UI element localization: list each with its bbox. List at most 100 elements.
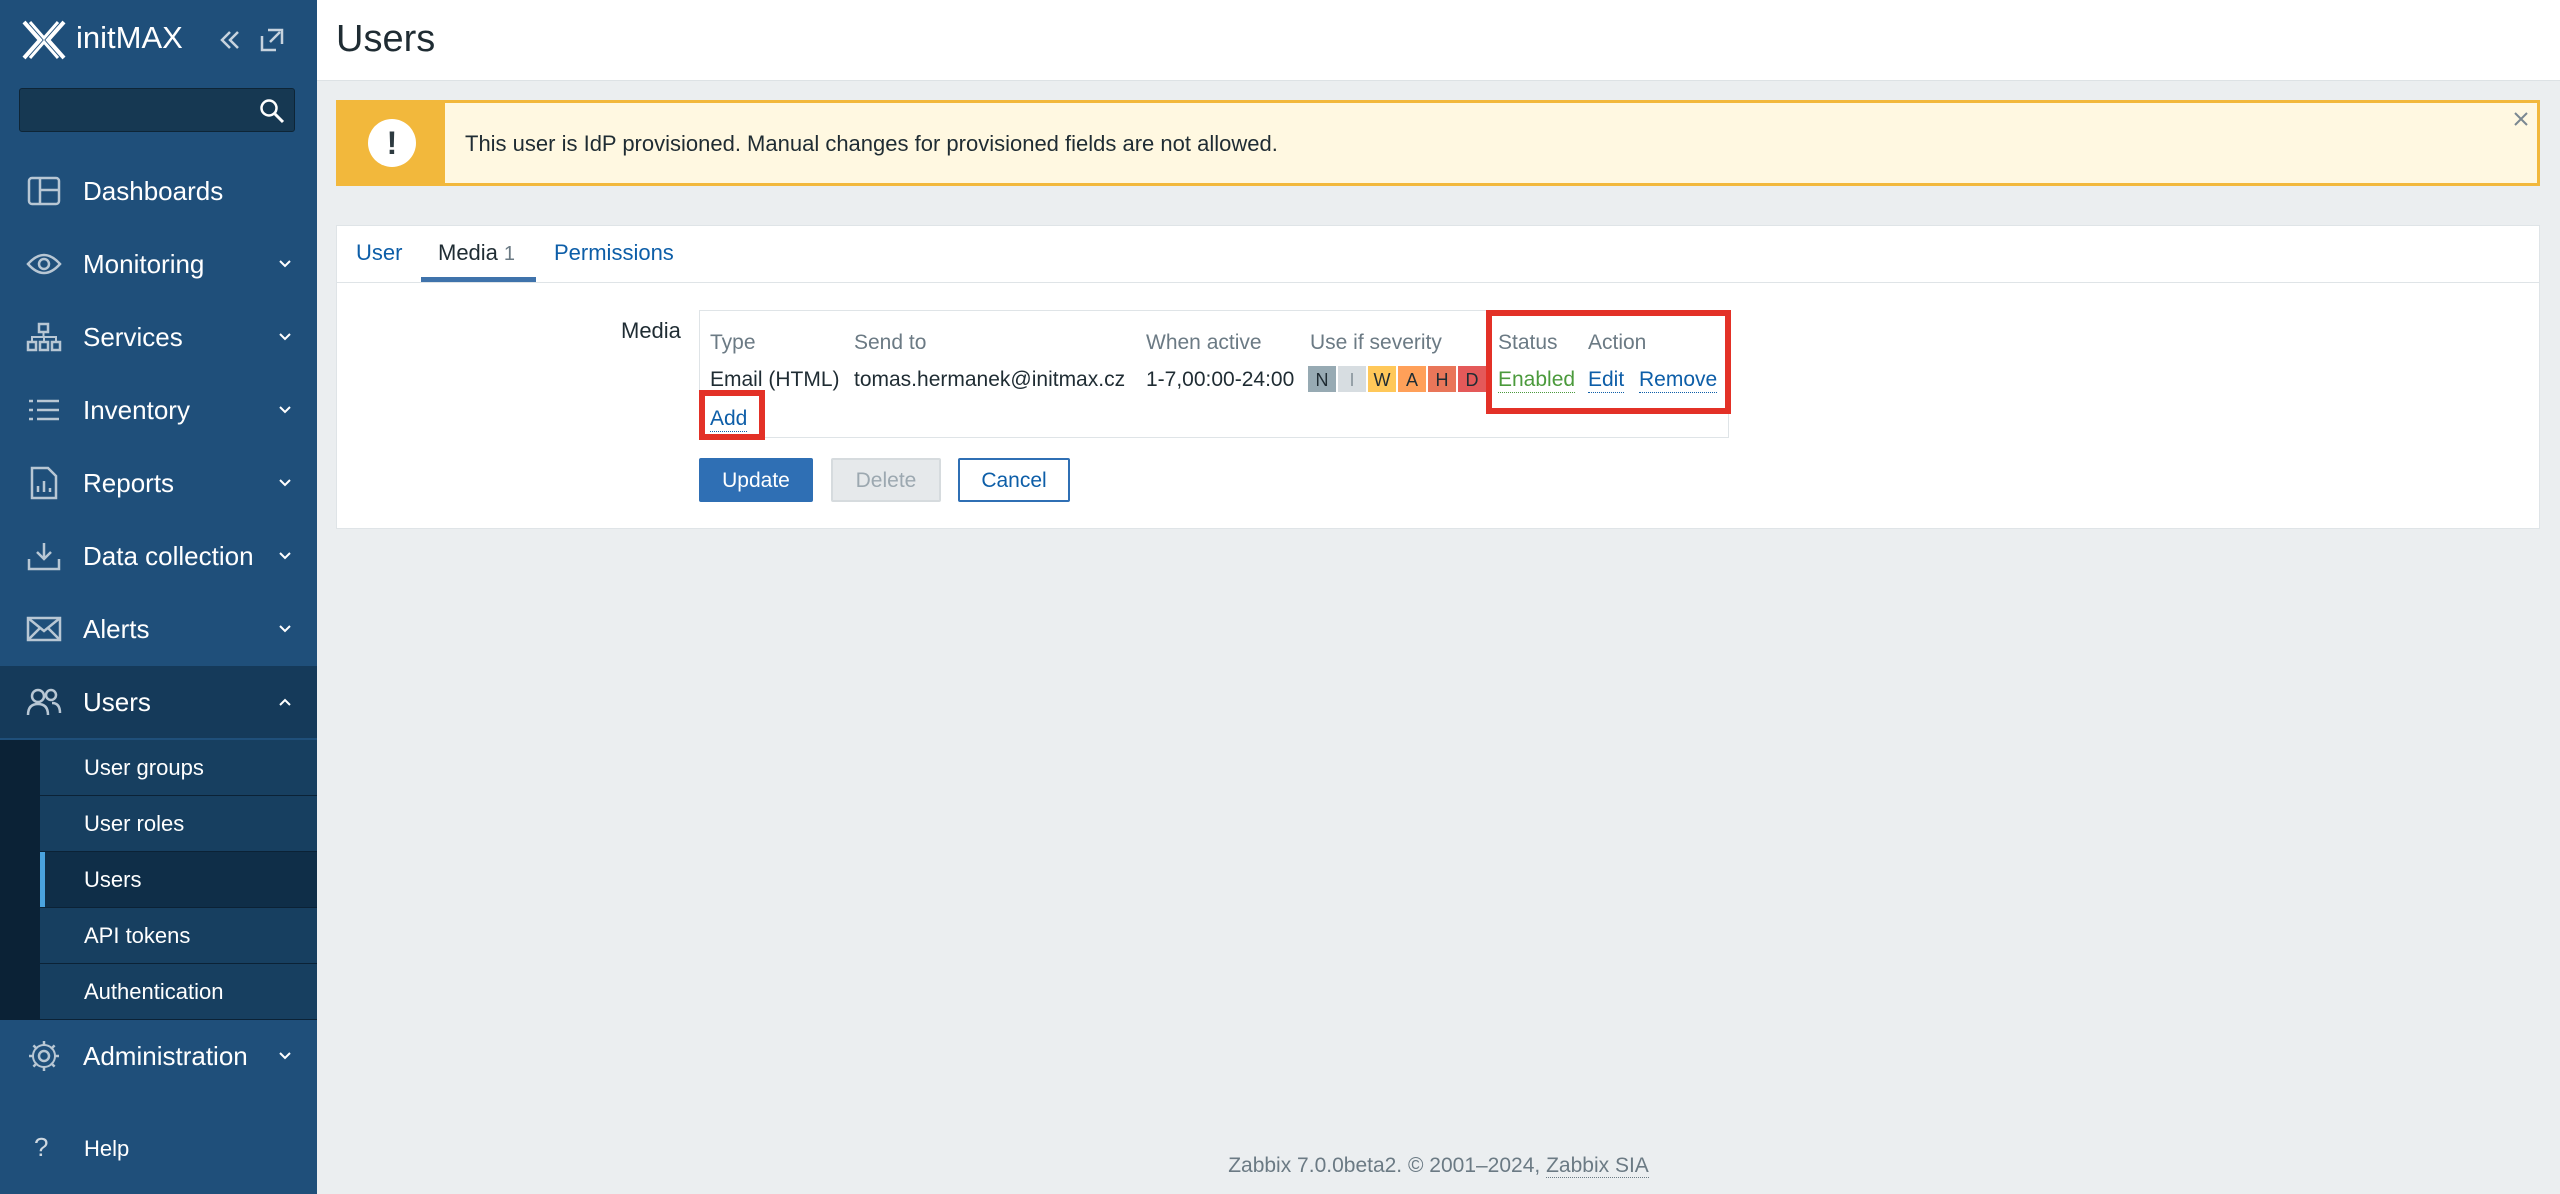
submenu-authentication[interactable]: Authentication: [40, 964, 317, 1020]
user-form: User Media 1 Permissions Media Type Send …: [336, 225, 2540, 529]
users-submenu: User groups User roles Users API tokens …: [0, 740, 317, 1020]
submenu-user-roles[interactable]: User roles: [40, 796, 317, 852]
media-status-toggle[interactable]: Enabled: [1498, 368, 1576, 393]
help-icon: ?: [34, 1132, 49, 1162]
collapse-sidebar-icon[interactable]: [216, 26, 244, 54]
chevron-down-icon: [279, 406, 291, 414]
media-table: Type Send to When active Use if severity…: [699, 310, 1729, 438]
search-icon[interactable]: [258, 97, 286, 125]
nav-alerts[interactable]: Alerts: [0, 593, 317, 665]
users-icon: [24, 682, 64, 722]
column-header-when-active: When active: [1146, 331, 1262, 354]
severity-indicator: N I W A H D: [1307, 365, 1487, 393]
page-header: Users: [317, 0, 2560, 81]
tab-count: 1: [503, 243, 516, 265]
severity-average: A: [1397, 365, 1427, 393]
severity-not-classified: N: [1307, 365, 1337, 393]
submenu-label: API tokens: [84, 922, 191, 948]
media-edit-link[interactable]: Edit: [1588, 368, 1625, 393]
help-label: Help: [84, 1136, 130, 1161]
update-button[interactable]: Update: [699, 458, 813, 502]
nav-label: Reports: [83, 467, 175, 498]
nav-label: Administration: [83, 1040, 248, 1071]
tab-media[interactable]: Media 1: [438, 240, 515, 266]
warning-text: This user is IdP provisioned. Manual cha…: [465, 131, 1278, 156]
column-header-action: Action: [1588, 331, 1647, 354]
chevron-up-icon: [279, 698, 291, 706]
severity-warning: W: [1367, 365, 1397, 393]
nav-dashboards[interactable]: Dashboards: [0, 155, 317, 227]
nav-label: Alerts: [83, 613, 150, 644]
chevron-down-icon: [279, 552, 291, 560]
submenu-strip: [0, 740, 40, 1020]
media-add-link[interactable]: Add: [710, 407, 748, 432]
tab-bar: User Media 1 Permissions: [337, 226, 2539, 283]
nav-users[interactable]: Users: [0, 666, 317, 738]
warning-icon: !: [368, 119, 416, 167]
nav-label: Users: [83, 686, 151, 717]
footer-text: Zabbix 7.0.0beta2. © 2001–2024,: [1228, 1154, 1547, 1177]
dashboard-icon: [24, 171, 64, 211]
logo-row: initMAX: [0, 0, 317, 80]
chevron-down-icon: [279, 479, 291, 487]
nav-label: Inventory: [83, 394, 190, 425]
download-icon: [24, 536, 64, 576]
sidebar-search: [19, 88, 295, 132]
media-send-to: tomas.hermanek@initmax.cz: [854, 368, 1126, 391]
tab-permissions[interactable]: Permissions: [554, 240, 674, 266]
submenu-label: User groups: [84, 754, 204, 780]
nav-label: Monitoring: [83, 248, 205, 279]
search-input[interactable]: [28, 95, 252, 127]
initmax-logo-icon[interactable]: [20, 18, 68, 62]
severity-high: H: [1427, 365, 1457, 393]
footer-link[interactable]: Zabbix SIA: [1546, 1154, 1649, 1178]
nav-label: Services: [83, 321, 183, 352]
tab-label: Media: [438, 240, 498, 265]
warning-message: ! This user is IdP provisioned. Manual c…: [336, 100, 2540, 186]
column-header-status: Status: [1498, 331, 1558, 354]
column-header-type: Type: [710, 331, 756, 354]
nav-help[interactable]: ? Help: [0, 1130, 317, 1170]
nav-label: Data collection: [83, 540, 254, 571]
chevron-down-icon: [279, 260, 291, 268]
nav-services[interactable]: Services: [0, 301, 317, 373]
cancel-button[interactable]: Cancel: [958, 458, 1070, 502]
warning-stripe: !: [339, 103, 445, 183]
severity-information: I: [1337, 365, 1367, 393]
chevron-down-icon: [279, 1052, 291, 1060]
media-field-label: Media: [621, 318, 681, 343]
nav-data-collection[interactable]: Data collection: [0, 520, 317, 592]
delete-button: Delete: [831, 458, 941, 502]
gear-icon: [24, 1036, 64, 1076]
footer: Zabbix 7.0.0beta2. © 2001–2024, Zabbix S…: [317, 1154, 2560, 1178]
submenu-api-tokens[interactable]: API tokens: [40, 908, 317, 964]
submenu-users[interactable]: Users: [40, 852, 317, 908]
nav-administration[interactable]: Administration: [0, 1020, 317, 1092]
brand-name: initMAX: [76, 20, 183, 55]
severity-disaster: D: [1457, 365, 1487, 393]
submenu-user-groups[interactable]: User groups: [40, 740, 317, 796]
submenu-label: Users: [84, 866, 142, 892]
media-when-active: 1-7,00:00-24:00: [1146, 368, 1295, 391]
sidebar: initMAX Dashboards Monitoring Services I…: [0, 0, 317, 1194]
nav-reports[interactable]: Reports: [0, 447, 317, 519]
nav-monitoring[interactable]: Monitoring: [0, 228, 317, 300]
tab-label: Permissions: [554, 240, 674, 265]
kiosk-mode-icon[interactable]: [258, 26, 286, 54]
submenu-label: User roles: [84, 810, 185, 836]
column-header-severity: Use if severity: [1310, 331, 1442, 354]
list-icon: [24, 390, 64, 430]
tab-user[interactable]: User: [356, 240, 402, 266]
media-type: Email (HTML): [710, 368, 840, 391]
envelope-icon: [24, 609, 64, 649]
column-header-send-to: Send to: [854, 331, 927, 354]
chevron-down-icon: [279, 625, 291, 633]
report-icon: [24, 463, 64, 503]
tab-label: User: [356, 240, 403, 265]
eye-icon: [24, 244, 64, 284]
nav-inventory[interactable]: Inventory: [0, 374, 317, 446]
page-title: Users: [336, 18, 436, 60]
nav-label: Dashboards: [83, 175, 224, 206]
media-remove-link[interactable]: Remove: [1639, 368, 1718, 393]
close-icon[interactable]: [2511, 109, 2531, 129]
